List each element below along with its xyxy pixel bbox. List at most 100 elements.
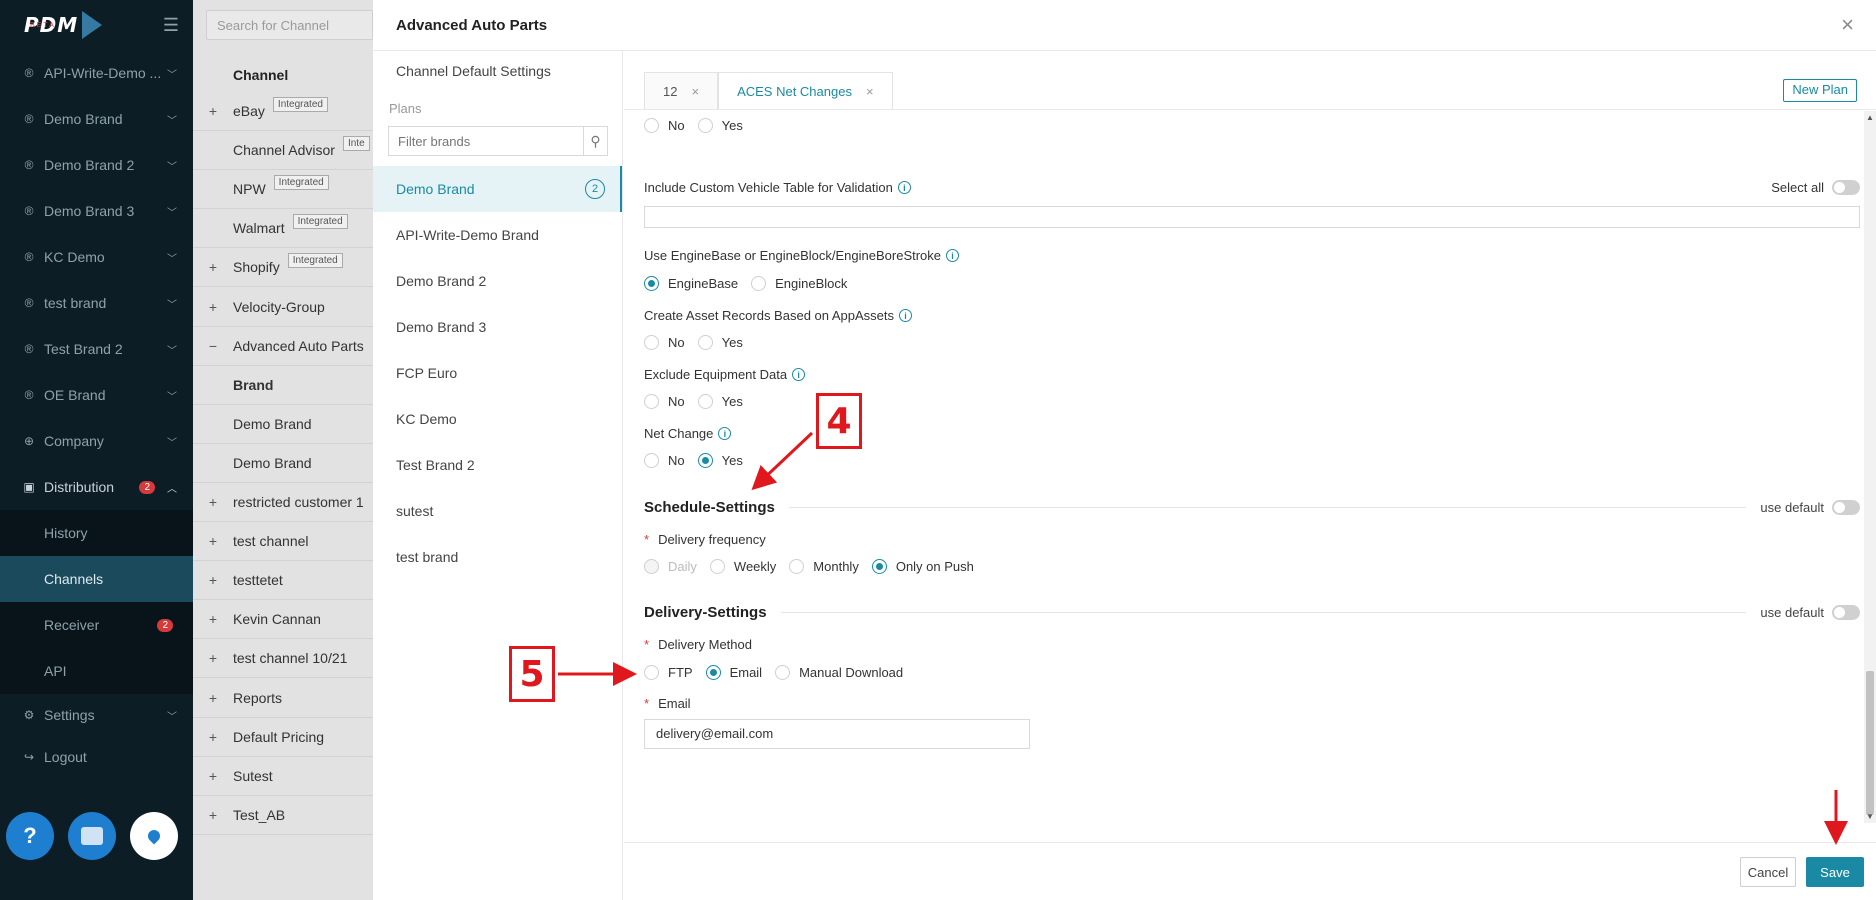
brand-item-kc-demo[interactable]: KC Demo <box>373 396 622 442</box>
close-tab-icon[interactable]: × <box>691 84 699 99</box>
expand-icon[interactable]: + <box>193 494 233 510</box>
brand-item-test-brand-2[interactable]: Test Brand 2 <box>373 442 622 488</box>
radio-email[interactable]: Email <box>705 665 762 680</box>
radio-manual-download[interactable]: Manual Download <box>775 665 903 680</box>
sidebar-item-logout[interactable]: ↪ Logout <box>0 736 193 778</box>
channel-row[interactable]: − Advanced Auto Parts <box>193 327 373 366</box>
channel-row[interactable]: + restricted customer 1 <box>193 483 373 522</box>
channel-row[interactable]: Channel Advisor Inte <box>193 131 373 171</box>
channel-row[interactable]: NPW Integrated <box>193 170 373 210</box>
sidebar-subitem-receiver[interactable]: Receiver 2 <box>0 602 193 648</box>
cancel-button[interactable]: Cancel <box>1740 857 1796 887</box>
channel-row[interactable]: Walmart Integrated <box>193 209 373 249</box>
custom-vehicle-select[interactable] <box>644 206 1860 228</box>
sidebar-subitem-channels[interactable]: Channels <box>0 556 193 602</box>
radio-ftp[interactable]: FTP <box>644 665 693 680</box>
filter-brands-input[interactable] <box>389 127 583 155</box>
channel-row[interactable]: + test channel <box>193 522 373 562</box>
expand-icon[interactable]: + <box>193 729 233 745</box>
channel-row[interactable]: + Sutest <box>193 757 373 796</box>
radio-asset-no[interactable]: No <box>644 335 685 350</box>
brand-item-test-brand[interactable]: test brand <box>373 534 622 580</box>
app-logo[interactable]: PDM BETA <box>24 11 103 39</box>
scroll-up-icon[interactable]: ▲ <box>1866 113 1874 122</box>
sidebar-item-company[interactable]: ⊕ Company ﹀ <box>0 418 193 464</box>
tab-plan-12[interactable]: 12 × <box>644 72 719 110</box>
sidebar-item-demo-brand-3[interactable]: ® Demo Brand 3 ﹀ <box>0 188 193 234</box>
radio-monthly[interactable]: Monthly <box>789 559 859 574</box>
channel-row[interactable]: Demo Brand <box>193 444 373 483</box>
schedule-use-default-toggle[interactable] <box>1832 500 1860 515</box>
expand-icon[interactable]: + <box>193 259 233 275</box>
sidebar-subitem-history[interactable]: History <box>0 510 193 556</box>
radio-enginebase[interactable]: EngineBase <box>644 276 738 291</box>
chat-button[interactable] <box>68 812 116 860</box>
channel-row[interactable]: + Reports <box>193 679 373 718</box>
radio-netchange-yes[interactable]: Yes <box>697 453 743 468</box>
form-scrollbar[interactable]: ▲ ▼ <box>1864 111 1876 823</box>
radio-top-yes[interactable]: Yes <box>697 118 743 133</box>
expand-icon[interactable]: + <box>193 572 233 588</box>
expand-icon[interactable]: + <box>193 807 233 823</box>
channel-row[interactable]: Demo Brand <box>193 405 373 444</box>
close-icon[interactable]: × <box>1841 12 1854 38</box>
info-icon[interactable]: i <box>946 249 960 262</box>
brand-item-sutest[interactable]: sutest <box>373 488 622 534</box>
sidebar-item-demo-brand[interactable]: ® Demo Brand ﹀ <box>0 96 193 142</box>
expand-icon[interactable]: + <box>193 768 233 784</box>
expand-icon[interactable]: + <box>193 103 233 119</box>
radio-asset-yes[interactable]: Yes <box>697 335 743 350</box>
channel-search-input[interactable]: Search for Channel <box>206 10 373 40</box>
radio-weekly[interactable]: Weekly <box>709 559 776 574</box>
info-icon[interactable]: i <box>897 181 911 194</box>
collapse-icon[interactable]: − <box>193 338 233 354</box>
sidebar-subitem-api[interactable]: API <box>0 648 193 694</box>
radio-only-on-push[interactable]: Only on Push <box>871 559 974 574</box>
info-icon[interactable]: i <box>899 309 913 322</box>
new-plan-button[interactable]: New Plan <box>1783 79 1857 102</box>
channel-row[interactable]: + test channel 10/21 <box>193 639 373 679</box>
brand-item-fcp-euro[interactable]: FCP Euro <box>373 350 622 396</box>
radio-daily[interactable]: Daily <box>644 559 697 574</box>
select-all-toggle[interactable] <box>1832 180 1860 195</box>
close-tab-icon[interactable]: × <box>866 84 874 99</box>
channel-row[interactable]: + Shopify Integrated <box>193 248 373 288</box>
sidebar-item-demo-brand-2[interactable]: ® Demo Brand 2 ﹀ <box>0 142 193 188</box>
channel-row[interactable]: + testtetet <box>193 561 373 601</box>
search-icon[interactable]: ⚲ <box>583 127 607 155</box>
info-icon[interactable]: i <box>792 368 806 381</box>
brand-item-demo-brand-2[interactable]: Demo Brand 2 <box>373 258 622 304</box>
sidebar-item-kc-demo[interactable]: ® KC Demo ﹀ <box>0 234 193 280</box>
expand-icon[interactable]: + <box>193 533 233 549</box>
menu-collapse-icon[interactable]: ☰ <box>163 15 179 36</box>
info-icon[interactable]: i <box>718 427 732 440</box>
sidebar-item-test-brand-2[interactable]: ® Test Brand 2 ﹀ <box>0 326 193 372</box>
save-button[interactable]: Save <box>1806 857 1864 887</box>
channel-row[interactable]: + Test_AB <box>193 796 373 835</box>
radio-equipment-no[interactable]: No <box>644 394 685 409</box>
expand-icon[interactable]: + <box>193 650 233 666</box>
expand-icon[interactable]: + <box>193 299 233 315</box>
sidebar-item-settings[interactable]: ⚙ Settings ﹀ <box>0 694 193 736</box>
channel-row[interactable]: + Velocity-Group <box>193 288 373 327</box>
channel-row[interactable]: + Default Pricing <box>193 718 373 757</box>
scroll-down-icon[interactable]: ▼ <box>1866 812 1874 821</box>
brand-item-api-write-demo-brand[interactable]: API-Write-Demo Brand <box>373 212 622 258</box>
sidebar-item-distribution[interactable]: ▣ Distribution 2 ︿ <box>0 464 193 510</box>
tab-aces-net-changes[interactable]: ACES Net Changes × <box>718 72 893 110</box>
email-input[interactable]: delivery@email.com <box>644 719 1030 749</box>
radio-engineblock[interactable]: EngineBlock <box>751 276 847 291</box>
radio-equipment-yes[interactable]: Yes <box>697 394 743 409</box>
channel-row[interactable]: Brand <box>193 366 373 405</box>
sidebar-item-api-write-demo[interactable]: ® API-Write-Demo ... ﹀ <box>0 50 193 96</box>
channel-default-settings-link[interactable]: Channel Default Settings <box>373 51 622 91</box>
brand-item-demo-brand[interactable]: Demo Brand 2 <box>373 166 622 212</box>
delivery-use-default-toggle[interactable] <box>1832 605 1860 620</box>
expand-icon[interactable]: + <box>193 611 233 627</box>
sidebar-item-test-brand[interactable]: ® test brand ﹀ <box>0 280 193 326</box>
radio-netchange-no[interactable]: No <box>644 453 685 468</box>
radio-top-no[interactable]: No <box>644 118 685 133</box>
help-button[interactable]: ? <box>6 812 54 860</box>
location-button[interactable] <box>130 812 178 860</box>
brand-item-demo-brand-3[interactable]: Demo Brand 3 <box>373 304 622 350</box>
